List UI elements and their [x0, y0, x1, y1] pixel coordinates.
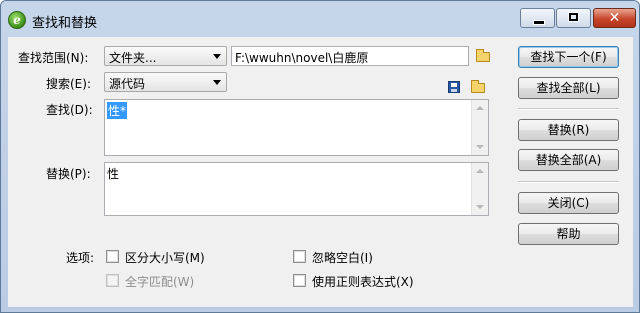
match-case-label[interactable]: 区分大小写(M): [125, 249, 205, 266]
find-replace-dialog: e 查找和替换 ✕ 查找范围(N): 文件夹... F:\wwuhn\novel…: [0, 0, 640, 313]
scroll-down-icon: [476, 145, 484, 149]
search-in-label: 搜索(E):: [46, 77, 91, 91]
title-bar[interactable]: e 查找和替换 ✕: [1, 1, 639, 37]
scroll-up-icon: [476, 106, 484, 110]
folder-path-value: F:\wwuhn\novel\白鹿原: [235, 51, 369, 65]
folder-icon[interactable]: [476, 49, 490, 62]
find-label: 查找(D):: [46, 103, 93, 117]
maximize-button[interactable]: [556, 8, 591, 28]
replace-button[interactable]: 替换(R): [518, 119, 619, 141]
replace-textarea[interactable]: 性: [104, 162, 489, 216]
match-case-checkbox[interactable]: [106, 250, 119, 263]
ignore-whitespace-label[interactable]: 忽略空白(I): [312, 249, 373, 266]
ignore-whitespace-checkbox[interactable]: [293, 250, 306, 263]
replace-scrollbar[interactable]: [471, 163, 488, 215]
scroll-up-icon: [476, 169, 484, 173]
replace-all-button[interactable]: 替换全部(A): [518, 149, 619, 171]
dreamweaver-icon: e: [8, 11, 26, 29]
folder-path-input[interactable]: F:\wwuhn\novel\白鹿原: [231, 46, 469, 66]
help-button[interactable]: 帮助: [518, 223, 619, 245]
find-all-button[interactable]: 查找全部(L): [518, 77, 619, 99]
save-icon[interactable]: [448, 81, 460, 93]
whole-word-checkbox[interactable]: [106, 274, 119, 287]
dialog-body: 查找范围(N): 文件夹... F:\wwuhn\novel\白鹿原 搜索(E)…: [8, 37, 633, 307]
find-next-button[interactable]: 查找下一个(F): [518, 46, 619, 68]
use-regex-checkbox[interactable]: [293, 274, 306, 287]
minimize-icon: [533, 20, 545, 25]
close-icon: ✕: [608, 10, 621, 26]
search-scope-value: 文件夹...: [109, 51, 157, 65]
whole-word-label[interactable]: 全字匹配(W): [125, 273, 194, 290]
close-button[interactable]: 关闭(C): [518, 192, 619, 214]
search-scope-dropdown[interactable]: 文件夹...: [104, 46, 227, 66]
window-title: 查找和替换: [32, 16, 98, 31]
open-folder-icon[interactable]: [471, 80, 485, 93]
replace-text: 性: [107, 167, 120, 181]
find-scrollbar[interactable]: [471, 100, 488, 155]
scroll-down-icon: [476, 205, 484, 209]
close-window-button[interactable]: ✕: [593, 8, 636, 28]
chevron-down-icon: [213, 54, 221, 59]
replace-label: 替换(P):: [46, 167, 91, 181]
button-separator: [518, 108, 619, 110]
button-separator: [518, 181, 619, 183]
search-scope-label: 查找范围(N):: [18, 51, 89, 65]
maximize-icon: [568, 12, 579, 22]
use-regex-label[interactable]: 使用正则表达式(X): [312, 273, 414, 290]
search-in-dropdown[interactable]: 源代码: [104, 72, 227, 92]
options-label: 选项:: [66, 251, 95, 265]
find-textarea[interactable]: 性*: [104, 99, 489, 156]
find-text: 性*: [107, 102, 128, 119]
chevron-down-icon: [213, 80, 221, 85]
search-in-value: 源代码: [109, 77, 146, 91]
minimize-button[interactable]: [520, 8, 555, 28]
